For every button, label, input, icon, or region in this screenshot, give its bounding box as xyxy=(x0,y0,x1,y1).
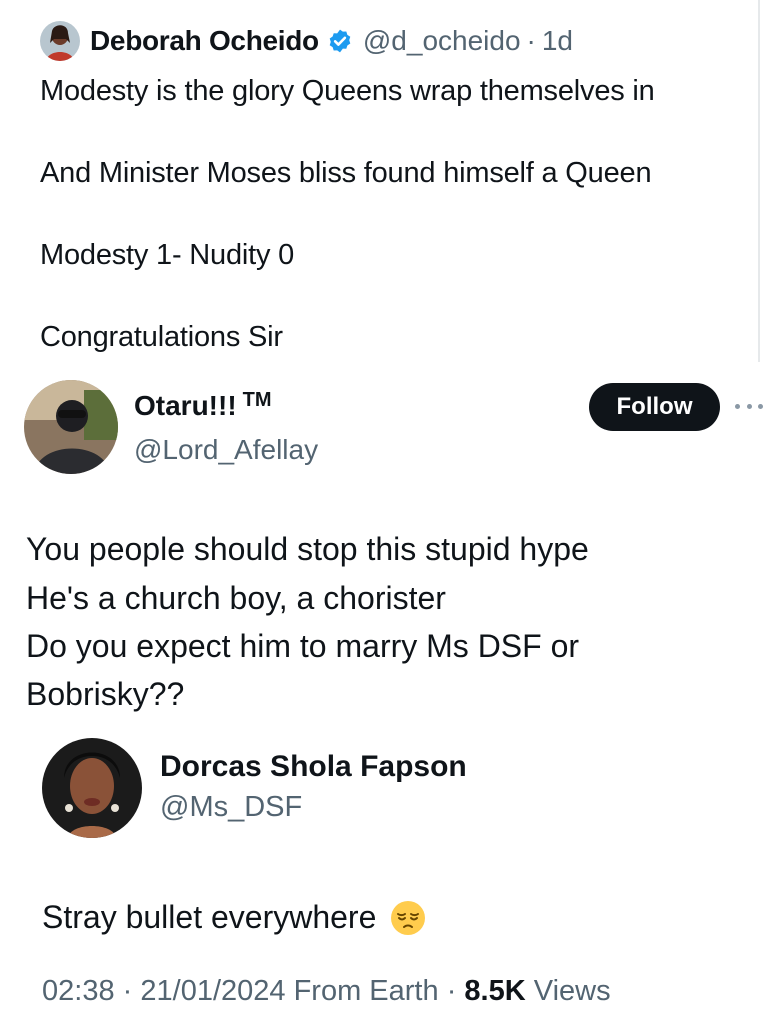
scrollbar-divider xyxy=(758,0,760,362)
meta-date[interactable]: 21/01/2024 xyxy=(140,975,285,1007)
author-name[interactable]: Deborah Ocheido xyxy=(90,25,319,57)
meta-time[interactable]: 02:38 xyxy=(42,975,115,1007)
tweet-text-line: He's a church boy, a chorister xyxy=(26,580,446,616)
quoted-text-line: Congratulations Sir xyxy=(40,321,283,353)
avatar[interactable] xyxy=(40,21,80,61)
pensive-face-icon xyxy=(391,900,426,935)
author-name-row: Otaru!!! TM xyxy=(134,388,272,422)
avatar[interactable] xyxy=(42,738,142,838)
author-handle[interactable]: @Ms_DSF xyxy=(160,791,302,824)
quoted-tweet[interactable]: Deborah Ocheido @d_ocheido · 1d Modesty … xyxy=(0,0,765,362)
quoted-text-line: And Minister Moses bliss found himself a… xyxy=(40,157,652,189)
author-name[interactable]: Dorcas Shola Fapson xyxy=(160,750,467,784)
quoted-tweet-header: Deborah Ocheido @d_ocheido · 1d xyxy=(40,20,573,62)
verified-badge-icon xyxy=(329,29,351,53)
tweet-text-line: Do you expect him to marry Ms DSF or xyxy=(26,628,580,664)
embedded-tweet-text: Stray bullet everywhere xyxy=(42,899,426,936)
tweet-text-line: Bobrisky?? xyxy=(26,676,185,712)
author-handle[interactable]: @d_ocheido xyxy=(363,25,521,57)
follow-button[interactable]: Follow xyxy=(589,383,720,431)
quoted-text-line: Modesty is the glory Queens wrap themsel… xyxy=(40,75,655,107)
separator-dot: · xyxy=(122,975,133,1007)
separator-dot: · xyxy=(526,25,536,56)
tweet-text-line: You people should stop this stupid hype xyxy=(26,531,589,567)
views-label[interactable]: Views xyxy=(534,975,611,1007)
more-options-icon[interactable] xyxy=(735,396,763,416)
avatar[interactable] xyxy=(24,380,118,474)
author-name[interactable]: Otaru!!! xyxy=(134,390,237,422)
trademark-symbol: TM xyxy=(242,388,272,411)
separator-dot: · xyxy=(446,975,457,1007)
author-handle[interactable]: @Lord_Afellay xyxy=(134,434,318,466)
quoted-text-line: Modesty 1- Nudity 0 xyxy=(40,239,295,271)
meta-source: From Earth xyxy=(293,975,439,1007)
embedded-tweet-text-content: Stray bullet everywhere xyxy=(42,899,377,935)
tweet-meta: 02:38 · 21/01/2024 From Earth · 8.5K Vie… xyxy=(42,975,611,1008)
views-count[interactable]: 8.5K xyxy=(464,975,525,1007)
tweet-time[interactable]: 1d xyxy=(542,25,573,57)
